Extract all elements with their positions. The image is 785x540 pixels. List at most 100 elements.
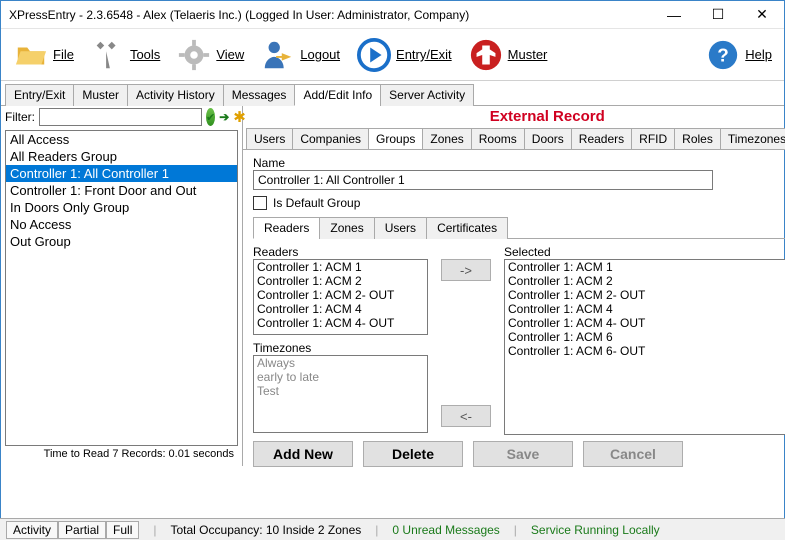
delete-button[interactable]: Delete [363,441,463,467]
muster-label: Muster [508,47,548,62]
name-label: Name [253,156,785,170]
list-item[interactable]: Controller 1: ACM 4- OUT [254,316,427,330]
list-item[interactable]: Controller 1: ACM 4- OUT [505,316,785,330]
entryexit-button[interactable]: Entry/Exit [352,35,456,75]
detail-tab-timezones[interactable]: Timezones [720,128,785,149]
list-item[interactable]: In Doors Only Group [6,199,237,216]
window-title: XPressEntry - 2.3.6548 - Alex (Telaeris … [9,8,652,22]
filter-label: Filter: [5,110,35,124]
readers-label: Readers [253,245,428,259]
list-item[interactable]: Controller 1: ACM 2- OUT [254,288,427,302]
entryexit-icon [356,37,392,73]
list-item[interactable]: Controller 1: ACM 2- OUT [505,288,785,302]
group-list[interactable]: All AccessAll Readers GroupController 1:… [5,130,238,446]
list-item[interactable]: Controller 1: ACM 2 [254,274,427,288]
cancel-button[interactable]: Cancel [583,441,683,467]
entryexit-label: Entry/Exit [396,47,452,62]
detail-tab-readers[interactable]: Readers [571,128,632,149]
svg-text:?: ? [717,45,729,66]
main-tabs: Entry/ExitMusterActivity HistoryMessages… [1,81,784,106]
list-item[interactable]: No Access [6,216,237,233]
status-activity-button[interactable]: Activity [6,521,58,539]
tools-label: Tools [130,47,160,62]
file-label: File [53,47,74,62]
detail-tab-groups[interactable]: Groups [368,128,423,149]
logout-button[interactable]: Logout [256,35,344,75]
main-tab-messages[interactable]: Messages [223,84,296,106]
folder-icon [13,37,49,73]
timezones-listbox[interactable]: Alwaysearly to lateTest [253,355,428,433]
detail-tab-zones[interactable]: Zones [422,128,471,149]
detail-tab-users[interactable]: Users [246,128,293,149]
view-label: View [216,47,244,62]
detail-tabs: UsersCompaniesGroupsZonesRoomsDoorsReade… [246,127,785,149]
tools-button[interactable]: Tools [86,35,164,75]
titlebar: XPressEntry - 2.3.6548 - Alex (Telaeris … [1,1,784,29]
main-tab-activity-history[interactable]: Activity History [127,84,224,106]
list-item[interactable]: All Readers Group [6,148,237,165]
maximize-button[interactable]: ☐ [696,1,740,29]
name-field[interactable] [253,170,713,190]
inner-tab-zones[interactable]: Zones [319,217,374,239]
status-partial-button[interactable]: Partial [58,521,106,539]
detail-tab-rfid[interactable]: RFID [631,128,675,149]
list-item[interactable]: All Access [6,131,237,148]
close-button[interactable]: ✕ [740,1,784,29]
list-item[interactable]: Always [254,356,427,370]
list-item[interactable]: Controller 1: ACM 4 [254,302,427,316]
list-item[interactable]: Controller 1: ACM 2 [505,274,785,288]
add-new-button[interactable]: Add New [253,441,353,467]
remove-from-selected-button[interactable]: <- [441,405,491,427]
occupancy-label: Total Occupancy: 10 Inside 2 Zones [171,523,362,537]
tools-icon [90,37,126,73]
list-item[interactable]: Out Group [6,233,237,250]
external-record-heading: External Record [243,106,785,127]
view-button[interactable]: View [172,35,248,75]
selected-label: Selected [504,245,785,259]
readers-listbox[interactable]: Controller 1: ACM 1Controller 1: ACM 2Co… [253,259,428,335]
service-status-label: Service Running Locally [531,523,660,537]
status-bar: Activity Partial Full | Total Occupancy:… [0,518,785,540]
list-item[interactable]: Controller 1: ACM 6 [505,330,785,344]
file-button[interactable]: File [9,35,78,75]
list-item[interactable]: Controller 1: ACM 1 [505,260,785,274]
muster-button[interactable]: Muster [464,35,552,75]
inner-tab-users[interactable]: Users [374,217,427,239]
detail-tab-companies[interactable]: Companies [292,128,369,149]
list-item[interactable]: Controller 1: All Controller 1 [6,165,237,182]
save-button[interactable]: Save [473,441,573,467]
timezones-label: Timezones [253,341,428,355]
minimize-button[interactable]: — [652,1,696,29]
main-tab-add-edit-info[interactable]: Add/Edit Info [294,84,381,106]
inner-tab-certificates[interactable]: Certificates [426,217,508,239]
main-tab-muster[interactable]: Muster [73,84,128,106]
gear-icon [176,37,212,73]
list-item[interactable]: Controller 1: ACM 1 [254,260,427,274]
apply-filter-icon[interactable]: ✔ [206,108,215,126]
main-tab-server-activity[interactable]: Server Activity [380,84,474,106]
help-icon: ? [705,37,741,73]
inner-tab-readers[interactable]: Readers [253,217,320,239]
list-item[interactable]: early to late [254,370,427,384]
list-item[interactable]: Test [254,384,427,398]
inner-tabs: ReadersZonesUsersCertificates [253,216,785,239]
unread-messages-label: 0 Unread Messages [392,523,499,537]
status-full-button[interactable]: Full [106,521,139,539]
detail-tab-rooms[interactable]: Rooms [471,128,525,149]
default-group-label: Is Default Group [273,196,360,210]
selected-listbox[interactable]: Controller 1: ACM 1Controller 1: ACM 2Co… [504,259,785,435]
add-to-selected-button[interactable]: -> [441,259,491,281]
main-tab-entry-exit[interactable]: Entry/Exit [5,84,74,106]
detail-tab-doors[interactable]: Doors [524,128,572,149]
default-group-checkbox[interactable] [253,196,267,210]
list-item[interactable]: Controller 1: Front Door and Out [6,182,237,199]
filter-input[interactable] [39,108,202,126]
list-item[interactable]: Controller 1: ACM 4 [505,302,785,316]
help-button[interactable]: ? Help [701,35,776,75]
logout-label: Logout [300,47,340,62]
detail-tab-roles[interactable]: Roles [674,128,721,149]
next-icon[interactable]: ➔ [219,108,229,126]
left-pane: Filter: ✔ ➔ ✱ All AccessAll Readers Grou… [1,106,243,466]
main-toolbar: File Tools View Logout Entry/Exit Muster… [1,29,784,81]
list-item[interactable]: Controller 1: ACM 6- OUT [505,344,785,358]
